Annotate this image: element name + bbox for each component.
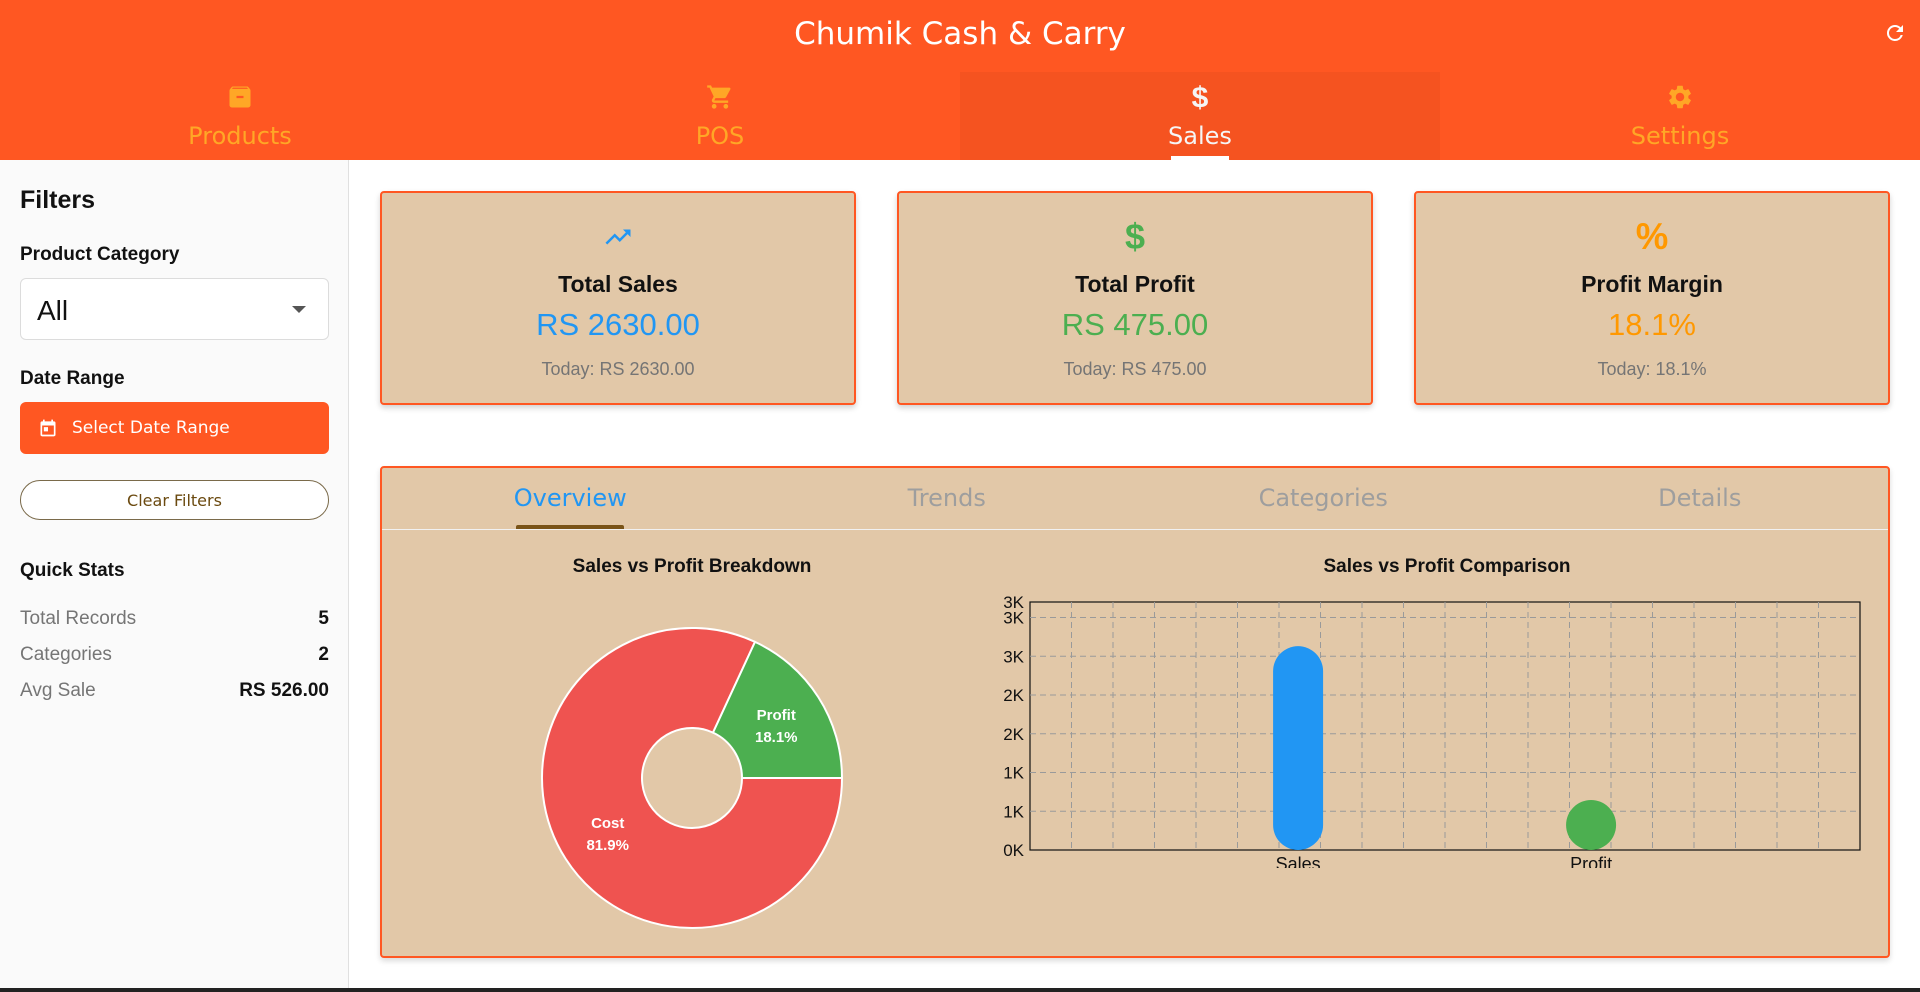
category-select[interactable]: All xyxy=(20,278,329,340)
y-tick-label: 1K xyxy=(1003,764,1024,783)
tab-settings[interactable]: Settings xyxy=(1440,72,1920,160)
tab-pos-label: POS xyxy=(695,122,745,150)
select-date-range-label: Select Date Range xyxy=(72,418,230,438)
analytics-tabs: Overview Trends Categories Details xyxy=(382,468,1888,530)
bar-sales xyxy=(1273,646,1324,850)
svg-text:$: $ xyxy=(1192,82,1209,112)
tab-sales[interactable]: $ Sales xyxy=(960,72,1440,160)
stat-categories: Categories 2 xyxy=(20,644,329,666)
tab-overview[interactable]: Overview xyxy=(382,468,759,529)
svg-text:$: $ xyxy=(1125,219,1145,255)
percent-icon: % xyxy=(1636,220,1668,254)
card-value: 18.1% xyxy=(1608,307,1696,342)
stat-value: 5 xyxy=(318,608,329,629)
card-title: Profit Margin xyxy=(1581,271,1723,297)
tab-products[interactable]: Products xyxy=(0,72,480,160)
tab-details[interactable]: Details xyxy=(1512,468,1889,529)
pie-chart-title: Sales vs Profit Breakdown xyxy=(572,556,812,577)
sales-profit-pie-chart: Cost 81.9% Profit 18.1% xyxy=(541,627,844,929)
gear-icon xyxy=(1669,85,1691,109)
x-tick-label: Sales xyxy=(1276,854,1321,868)
x-tick-label: Profit xyxy=(1570,854,1612,868)
stat-total-records: Total Records 5 xyxy=(20,608,329,630)
filters-title: Filters xyxy=(20,186,96,214)
tab-pos[interactable]: POS xyxy=(480,72,960,160)
y-tick-label: 1K xyxy=(1003,802,1024,821)
y-tick-label: 0K xyxy=(1003,841,1024,860)
stat-value: 2 xyxy=(318,644,329,665)
bottom-border xyxy=(0,988,1920,992)
category-select-value: All xyxy=(37,295,69,326)
app-title: Chumik Cash & Carry xyxy=(794,16,1126,52)
y-tick-label: 2K xyxy=(1003,725,1024,744)
trending-up-icon xyxy=(605,229,631,245)
bar-chart-title: Sales vs Profit Comparison xyxy=(1323,556,1571,577)
total-sales-card: Total Sales RS 2630.00 Today: RS 2630.00 xyxy=(380,191,856,405)
stat-name: Categories xyxy=(20,644,112,665)
tab-sales-label: Sales xyxy=(1168,122,1232,150)
y-tick-label: 3K xyxy=(1003,647,1024,666)
card-value: RS 2630.00 xyxy=(536,307,700,342)
pie-label: Profit xyxy=(757,707,796,724)
card-today: Today: 18.1% xyxy=(1597,359,1707,379)
archive-icon xyxy=(229,86,251,108)
select-date-range-button[interactable]: Select Date Range xyxy=(20,402,329,454)
total-profit-card: $ Total Profit RS 475.00 Today: RS 475.0… xyxy=(897,191,1373,405)
tab-products-label: Products xyxy=(188,122,292,150)
cart-icon xyxy=(707,85,731,109)
refresh-button[interactable] xyxy=(1880,18,1910,48)
calendar-icon xyxy=(40,419,56,437)
dropdown-arrow-icon xyxy=(292,306,306,313)
profit-margin-card: % Profit Margin 18.1% Today: 18.1% xyxy=(1414,191,1890,405)
clear-filters-button[interactable]: Clear Filters xyxy=(20,480,329,520)
stat-avg-sale: Avg Sale RS 526.00 xyxy=(20,680,329,702)
tab-trends[interactable]: Trends xyxy=(759,468,1136,529)
refresh-icon xyxy=(1886,24,1903,41)
date-range-label: Date Range xyxy=(20,368,125,389)
pie-percent-label: 18.1% xyxy=(755,729,798,746)
card-title: Total Profit xyxy=(1075,271,1195,297)
stat-value: RS 526.00 xyxy=(239,680,329,701)
stat-name: Avg Sale xyxy=(20,680,96,701)
analytics-panel: Overview Trends Categories Details Sales… xyxy=(380,466,1890,958)
pie-percent-label: 81.9% xyxy=(586,837,629,854)
category-label: Product Category xyxy=(20,244,180,265)
main-nav: Products POS $ Sales Settings xyxy=(0,72,1920,160)
stat-name: Total Records xyxy=(20,608,137,629)
svg-text:%: % xyxy=(1636,220,1668,254)
card-today: Today: RS 2630.00 xyxy=(541,359,695,379)
sales-profit-bar-chart: 0K1K1K2K2K3K3K3KSales Profit xyxy=(1003,593,1861,868)
card-title: Total Sales xyxy=(558,271,678,297)
quick-stats-title: Quick Stats xyxy=(20,560,125,581)
dollar-icon: $ xyxy=(1192,82,1209,112)
dollar-icon: $ xyxy=(1125,219,1145,255)
pie-label: Cost xyxy=(591,815,624,832)
app-header: Chumik Cash & Carry Products POS $ Sales… xyxy=(0,0,1920,160)
filters-sidebar: Filters Product Category All Date Range … xyxy=(0,160,349,992)
tab-categories[interactable]: Categories xyxy=(1135,468,1512,529)
y-tick-label: 2K xyxy=(1003,686,1024,705)
bar-profit xyxy=(1566,800,1617,850)
tab-settings-label: Settings xyxy=(1630,122,1730,150)
card-today: Today: RS 475.00 xyxy=(1063,359,1207,379)
y-tick-label: 3K xyxy=(1003,593,1024,612)
card-value: RS 475.00 xyxy=(1061,307,1209,342)
